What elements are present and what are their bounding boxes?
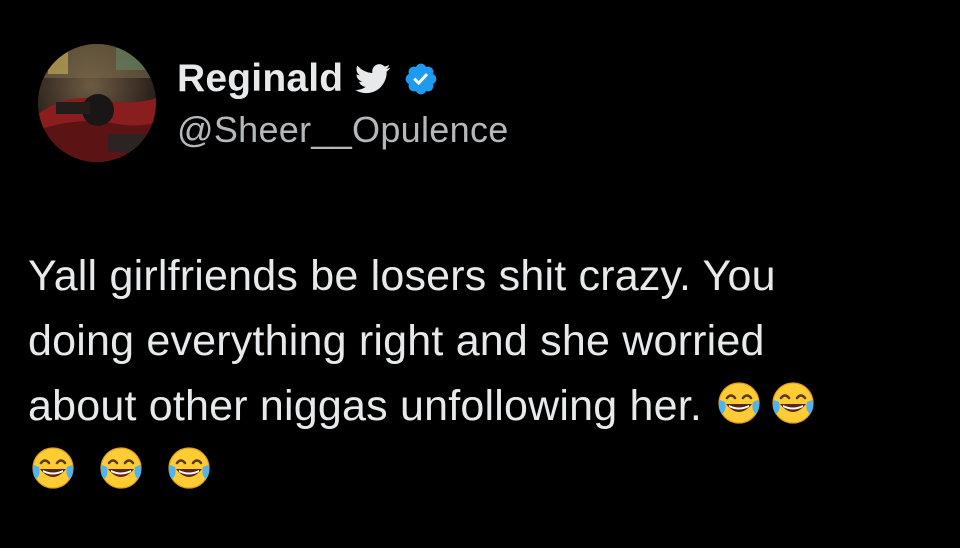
twitter-bird-icon	[355, 63, 391, 95]
display-name[interactable]: Reginald	[177, 56, 343, 102]
tears-of-joy-emoji-icon	[98, 445, 144, 491]
avatar[interactable]	[38, 44, 156, 162]
tears-of-joy-emoji-icon	[166, 445, 212, 491]
tweet-text-line-2: doing everything right and she worried	[28, 317, 765, 365]
tweet-text-line-1: Yall girlfriends be losers shit crazy. Y…	[28, 252, 776, 300]
tweet-emoji-line	[28, 439, 928, 504]
author-name-row: Reginald	[177, 56, 439, 102]
tears-of-joy-emoji-icon	[770, 380, 816, 426]
user-handle[interactable]: @Sheer__Opulence	[177, 108, 509, 152]
tears-of-joy-emoji-icon	[30, 445, 76, 491]
avatar-photo	[38, 44, 156, 162]
tweet-text-line-3: about other niggas unfollowing her.	[28, 374, 928, 439]
tears-of-joy-emoji-icon	[716, 380, 762, 426]
tweet-card: Reginald @Sheer__Opulence Yall girlfrien…	[0, 0, 960, 548]
verified-badge-icon[interactable]	[403, 61, 439, 97]
tweet-text: Yall girlfriends be losers shit crazy. Y…	[28, 244, 928, 504]
tweet-text-line-3-text: about other niggas unfollowing her.	[28, 382, 702, 430]
